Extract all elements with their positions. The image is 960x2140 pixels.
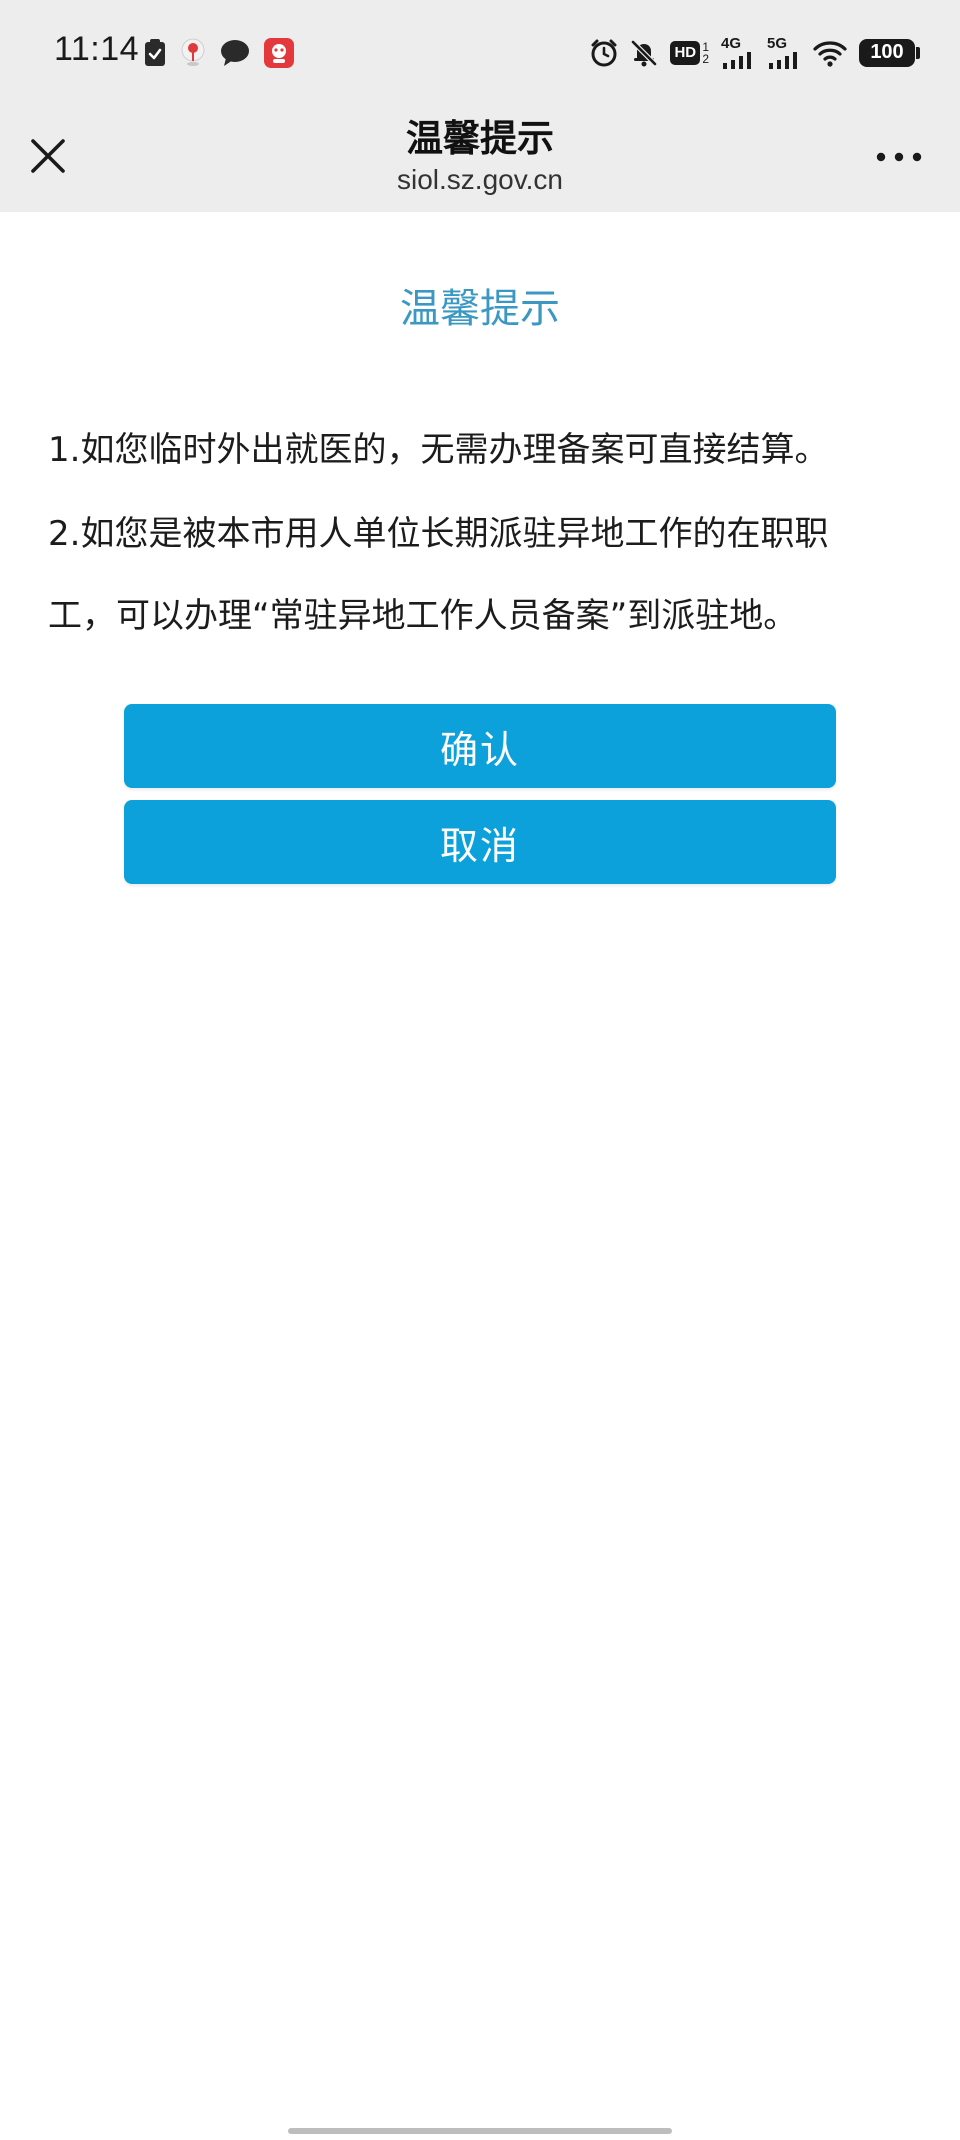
more-icon[interactable] xyxy=(874,142,924,172)
tip-line-2a: 2.如您是被本市用人单位长期派驻异地工作的在职职 xyxy=(48,514,829,554)
signal-icon: 4G xyxy=(721,36,755,69)
status-bar: 11:14 HD 1 2 4G 5G 100 xyxy=(0,0,960,112)
hd-sub-bottom: 2 xyxy=(702,51,709,66)
hd-icon: HD 1 2 xyxy=(670,40,709,65)
tip-line-1: 1.如您临时外出就医的，无需办理备案可直接结算。 xyxy=(48,430,829,470)
signal-icon: 5G xyxy=(767,36,801,69)
hd-sub: 1 2 xyxy=(702,41,709,65)
battery-cap xyxy=(916,46,920,59)
app-notification-icon xyxy=(264,38,294,68)
bell-muted-icon xyxy=(630,39,658,67)
cancel-button[interactable]: 取消 xyxy=(124,800,836,884)
chat-bubble-icon xyxy=(220,39,250,67)
network-5g-label: 5G xyxy=(767,35,788,52)
nav-title: 温馨提示 xyxy=(406,117,554,160)
nav-subtitle-url: siol.sz.gov.cn xyxy=(397,164,563,195)
confirm-button[interactable]: 确认 xyxy=(124,704,836,788)
clipboard-check-icon xyxy=(144,39,166,67)
map-pin-icon xyxy=(180,38,206,68)
battery-level: 100 xyxy=(859,38,915,67)
nav-bar: 温馨提示 siol.sz.gov.cn xyxy=(0,112,960,212)
status-left-icons xyxy=(144,38,294,68)
home-indicator[interactable] xyxy=(288,2128,672,2134)
status-right-icons: HD 1 2 4G 5G 100 xyxy=(590,36,920,69)
page-title: 温馨提示 xyxy=(400,286,560,332)
alarm-icon xyxy=(590,39,618,67)
tip-line-2b: 工，可以办理“常驻异地工作人员备案”到派驻地。 xyxy=(48,596,798,636)
hd-badge: HD xyxy=(670,40,701,65)
battery-icon: 100 xyxy=(859,38,920,67)
hd-sub-top: 1 xyxy=(702,39,709,54)
network-4g-label: 4G xyxy=(721,35,742,52)
wifi-icon xyxy=(813,39,847,67)
status-time: 11:14 xyxy=(54,30,140,68)
